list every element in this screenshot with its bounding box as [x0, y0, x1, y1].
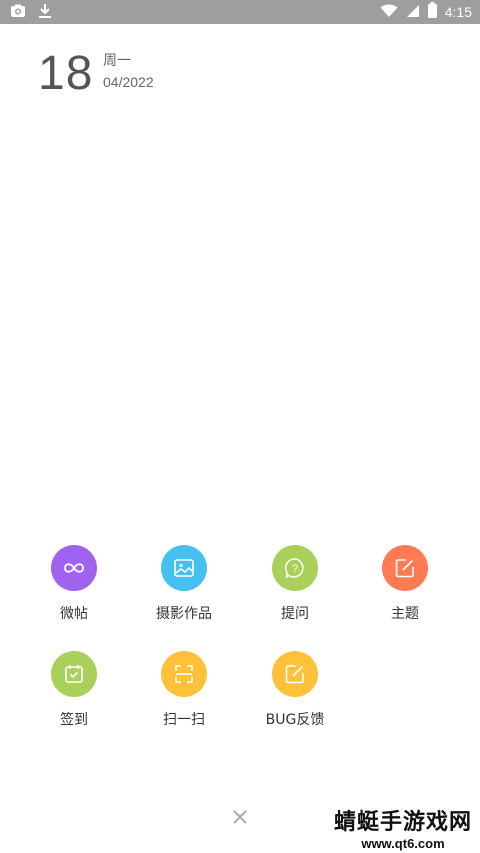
action-label: BUG反馈: [265, 712, 325, 728]
edit-icon: [272, 651, 318, 697]
action-ask-question[interactable]: ? 提问: [240, 545, 350, 635]
status-bar: 4:15: [0, 0, 480, 24]
screen: 4:15 18 周一 04/2022 微帖 摄影作品 ? 提问 主题 签到 扫一…: [0, 0, 480, 853]
date-month-year: 04/2022: [103, 74, 154, 90]
edit-icon: [382, 545, 428, 591]
download-icon: [38, 3, 52, 23]
action-scan[interactable]: 扫一扫: [129, 651, 239, 741]
action-label: 摄影作品: [156, 606, 212, 622]
action-label: 提问: [281, 606, 309, 622]
camera-icon: [10, 3, 26, 23]
action-weitie[interactable]: 微帖: [19, 545, 129, 635]
action-label: 扫一扫: [163, 712, 205, 728]
calendar-check-icon: [51, 651, 97, 697]
date-weekday: 周一: [103, 53, 131, 69]
action-label: 签到: [60, 712, 88, 728]
action-check-in[interactable]: 签到: [19, 651, 129, 741]
signal-icon: [406, 3, 420, 22]
status-time: 4:15: [444, 4, 472, 20]
action-bug-feedback[interactable]: BUG反馈: [240, 651, 350, 741]
wifi-icon: [380, 3, 398, 22]
watermark-title: 蜻蜓手游戏网: [333, 810, 472, 835]
scan-icon: [161, 651, 207, 697]
infinity-icon: [51, 545, 97, 591]
close-icon: [233, 810, 247, 824]
action-label: 主题: [391, 606, 419, 622]
action-label: 微帖: [60, 606, 88, 622]
battery-icon: [427, 2, 437, 22]
watermark-url: www.qt6.com: [361, 836, 445, 851]
date-day: 18: [38, 47, 94, 100]
action-topic[interactable]: 主题: [350, 545, 460, 635]
question-bubble-icon: ?: [272, 545, 318, 591]
svg-text:?: ?: [292, 563, 298, 575]
watermark: 蜻蜓手游戏网 www.qt6.com: [334, 804, 472, 851]
close-button[interactable]: [229, 806, 251, 828]
image-icon: [161, 545, 207, 591]
action-photography[interactable]: 摄影作品: [129, 545, 239, 635]
